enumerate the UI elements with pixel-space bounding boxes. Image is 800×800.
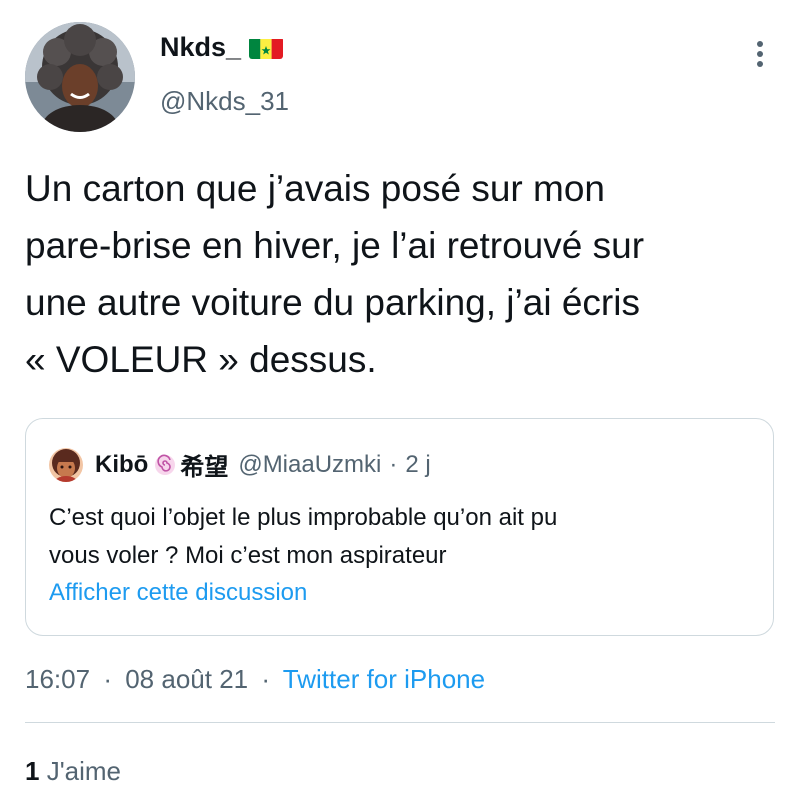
tweet-source-link[interactable]: Twitter for iPhone: [283, 664, 485, 694]
more-options-button[interactable]: [740, 34, 780, 74]
quoted-name-suffix: 希望: [180, 454, 229, 481]
tweet-line: pare-brise en hiver, je l’ai retrouvé su…: [25, 225, 645, 266]
avatar-image: [25, 22, 135, 132]
meta-separator: ·: [103, 664, 112, 694]
senegal-flag-icon: [249, 37, 284, 59]
quoted-tweet-line: C’est quoi l’objet le plus improbable qu…: [49, 504, 558, 531]
quoted-display-name: Kibō: [95, 450, 149, 478]
author-handle[interactable]: @Nkds_31: [160, 86, 289, 117]
swirl-emoji-icon: [154, 454, 176, 476]
tweet-line: une autre voiture du parking, j’ai écris: [25, 282, 640, 323]
tweet-line: Un carton que j’avais posé sur mon: [25, 168, 605, 209]
tweet-line: « VOLEUR » dessus.: [25, 339, 377, 380]
likes-stat[interactable]: 1 J'aime: [25, 756, 121, 787]
quoted-author-avatar: [49, 447, 83, 482]
tweet-time[interactable]: 16:07: [25, 664, 90, 694]
quoted-tweet-header: Kibō 希望 @MiaaUzmki · 2 j: [49, 447, 431, 482]
meta-separator: ·: [261, 664, 271, 694]
tweet-meta: 16:07 · 08 août 21 · Twitter for iPhone: [25, 664, 485, 695]
quoted-handle: @MiaaUzmki: [238, 450, 382, 478]
quoted-tweet-line: vous voler ? Moi c’est mon aspirateur: [49, 542, 447, 569]
likes-count: 1: [25, 756, 40, 786]
author-display-name[interactable]: Nkds_: [160, 32, 241, 63]
quoted-tweet-card[interactable]: Kibō 希望 @MiaaUzmki · 2 j C’est quoi l’ob…: [25, 418, 774, 636]
quoted-separator: ·: [389, 450, 398, 478]
quoted-timestamp: 2 j: [405, 450, 431, 478]
likes-label: J'aime: [46, 756, 122, 786]
more-vertical-icon: [757, 41, 763, 67]
quoted-tweet-text: C’est quoi l’objet le plus improbable qu…: [49, 499, 749, 575]
author-avatar[interactable]: [25, 22, 135, 132]
show-thread-link[interactable]: Afficher cette discussion: [49, 579, 307, 607]
author-name[interactable]: Nkds_: [160, 32, 284, 63]
divider: [25, 722, 775, 723]
tweet-text: Un carton que j’avais posé sur mon pare-…: [25, 160, 785, 388]
tweet-date[interactable]: 08 août 21: [125, 664, 248, 694]
